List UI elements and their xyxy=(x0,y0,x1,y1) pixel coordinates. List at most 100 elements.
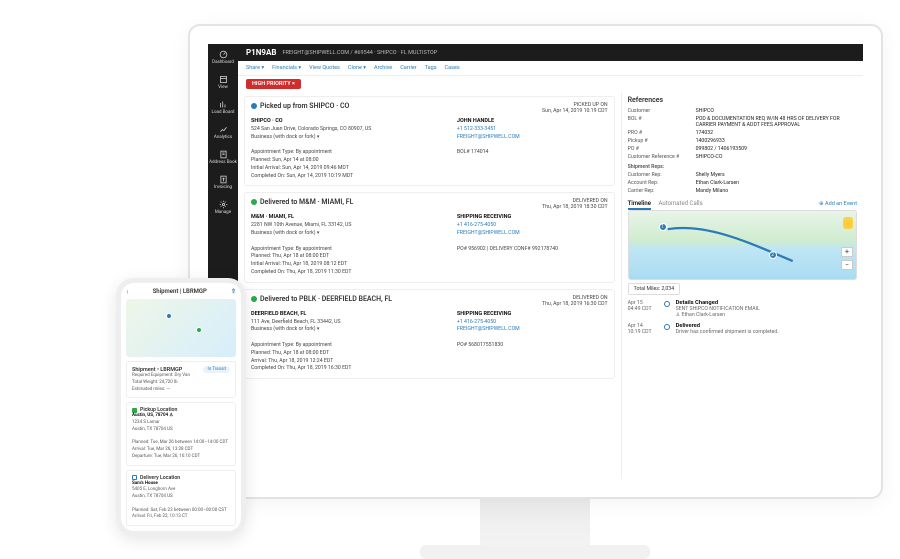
ref-val: SHIPCO xyxy=(696,108,857,114)
stop-loc-heading: M&M · MIAMI, FL xyxy=(251,214,294,220)
stop-address: 2281 NW 10th Avenue, Miami, FL 33142, US xyxy=(251,222,352,228)
stop-right-date: Thu, Apr 18, 2019 18:30 CDT xyxy=(542,204,608,210)
timeline-event: Apr 1504:49 CDT Details ChangedSENT SHIP… xyxy=(628,300,857,318)
status-dot-icon xyxy=(251,296,257,302)
map-zoom-out-button[interactable]: − xyxy=(841,260,853,270)
stop-contact-email[interactable]: FREIGHT@SHIPWELL.COM xyxy=(457,326,520,332)
delivery-planned: Planned: Sat, Feb 23 between 00:00–00:00… xyxy=(132,508,227,513)
phone-map[interactable] xyxy=(126,299,236,357)
tl-line: ♙ Ethan Clark-Larsen xyxy=(676,312,760,318)
ref-key: Pickup # xyxy=(628,138,696,144)
action-cases[interactable]: Cases xyxy=(445,65,460,71)
sidebar-item-dashboard[interactable]: Dashboard xyxy=(208,48,238,67)
stop-contact-phone[interactable]: +1 416-275-4050 xyxy=(457,319,496,325)
ref-key: PRO # xyxy=(628,130,696,136)
stop-right-date: Sun, Apr 14, 2019 10:19 CDT xyxy=(542,108,608,114)
ref-key: BOL # xyxy=(628,116,696,128)
stop-detail: Planned: Sun, Apr 14 at 08:00 xyxy=(251,157,319,163)
stop-contact-email[interactable]: FREIGHT@SHIPWELL.COM xyxy=(457,230,520,236)
stop-contact-phone[interactable]: +1 416-275-4050 xyxy=(457,222,496,228)
stops-column: Picked up from SHIPCO · CO PICKED UP ONS… xyxy=(238,92,622,479)
stop-card-pickup: Picked up from SHIPCO · CO PICKED UP ONS… xyxy=(244,96,615,186)
reps-label: Shipment Reps: xyxy=(628,164,696,170)
stop-contact-phone[interactable]: +1 512-333-3451 xyxy=(457,126,496,132)
breadcrumb: FREIGHT@SHIPWELL.COM / #69544 · SHIPCO ·… xyxy=(282,50,437,56)
square-green-icon xyxy=(132,408,137,413)
stop-detail: Appointment Type: By appointment xyxy=(251,246,332,252)
ref-val: 174032 xyxy=(696,130,857,136)
kv-weight: Total Weight: 24,720 lb xyxy=(132,380,178,385)
map-zoom-in-button[interactable]: + xyxy=(841,247,853,257)
kv-miles: Estimated miles: --- xyxy=(132,387,170,392)
back-button-icon[interactable]: ‹ xyxy=(126,287,127,296)
pegman-icon[interactable] xyxy=(843,217,853,229)
phone-screen: ‹ Shipment | LBRMGP ⇧ Shipment • LBRMGP … xyxy=(121,283,241,531)
phone-shipment-card: Shipment • LBRMGP In Transit Required Eq… xyxy=(126,361,236,398)
title-bar: P1N9AB FREIGHT@SHIPWELL.COM / #69544 · S… xyxy=(238,44,863,61)
sidebar-item-addressbook[interactable]: Address Book xyxy=(208,148,238,167)
delivery-addr: Austin, TX 78704 US xyxy=(132,494,173,499)
mobile-phone: ‹ Shipment | LBRMGP ⇧ Shipment • LBRMGP … xyxy=(116,278,246,536)
side-column: References CustomerSHIPCO BOL #POD & DOC… xyxy=(622,92,863,479)
phone-shipment-heading: Shipment • LBRMGP xyxy=(132,367,182,373)
stop-address: 111 Ave, Deerfield Beach, FL 33442, US xyxy=(251,319,341,325)
stop-title: Delivered to PBLK · DEERFIELD BEACH, FL xyxy=(260,295,392,303)
tl-line: Driver has confirmed shipment is complet… xyxy=(676,329,779,335)
stop-bol: PO# 956902 | DELIVERY CONF# 992178740 xyxy=(457,246,558,252)
stop-hours-select[interactable]: Business (with dock or fork) ▾ xyxy=(251,230,319,236)
delivery-name: Sam's House xyxy=(132,481,158,486)
total-miles-badge: Total Miles: 2,034 xyxy=(628,283,681,295)
pickup-arrival: Arrival: Tue, Mar 26, 13:28 CDT xyxy=(132,447,193,452)
pickup-planned: Planned: Tue, Mar 26 between 14:00–14:00… xyxy=(132,440,228,445)
stop-contact-email[interactable]: FREIGHT@SHIPWELL.COM xyxy=(457,134,520,140)
action-share[interactable]: Share ▾ xyxy=(246,65,264,71)
stop-detail: Initial Arrival: Sun, Apr 14, 2019 09:46… xyxy=(251,165,349,171)
share-icon[interactable]: ⇧ xyxy=(231,288,236,295)
pickup-departure: Departure: Tue, Mar 26, 16:10 CDT xyxy=(132,454,200,459)
phone-pickup-card: Pickup Location Austin, US, 78704 ♙ 1234… xyxy=(126,402,236,465)
status-dot-icon xyxy=(251,199,257,205)
priority-tag[interactable]: HIGH PRIORITY × xyxy=(246,79,301,89)
stop-card-delivery-2: Delivered to PBLK · DEERFIELD BEACH, FL … xyxy=(244,289,615,379)
rep-key: Account Rep: xyxy=(628,180,696,186)
route-map[interactable]: 1 2 + − xyxy=(628,210,857,280)
stop-hours-select[interactable]: Business (with dock or fork) ▾ xyxy=(251,134,319,140)
stop-loc-heading: SHIPCO · CO xyxy=(251,118,283,124)
phone-title: Shipment | LBRMGP xyxy=(153,288,207,295)
sidebar-item-analytics[interactable]: Analytics xyxy=(208,123,238,142)
stop-contact-heading: SHIPPING RECEIVING xyxy=(457,311,511,317)
action-clone[interactable]: Clone ▾ xyxy=(348,65,366,71)
sidebar-item-invoicing[interactable]: Invoicing xyxy=(208,173,238,192)
status-dot-icon xyxy=(251,103,257,109)
rep-key: Customer Rep: xyxy=(628,172,696,178)
action-bar: Share ▾ Financials ▾ View Quotes Clone ▾… xyxy=(238,61,863,76)
stop-hours-select[interactable]: Business (with dock or fork) ▾ xyxy=(251,326,319,332)
pickup-addr: 1234 S Lamar xyxy=(132,420,160,425)
stop-detail: Completed On: Thu, Apr 18, 2019 11:30 ED… xyxy=(251,269,351,275)
stop-detail: Planned: Thu, Apr 18 at 08:00 EDT xyxy=(251,350,329,356)
tl-time: 10:19 CDT xyxy=(628,329,658,335)
sidebar-item-view[interactable]: View xyxy=(208,73,238,92)
tab-automated-calls[interactable]: Automated Calls xyxy=(658,200,702,207)
timeline-header: Timeline Automated Calls ⊕ Add an Event xyxy=(628,200,857,207)
action-view-quotes[interactable]: View Quotes xyxy=(309,65,340,71)
add-event-button[interactable]: ⊕ Add an Event xyxy=(819,201,857,207)
stop-loc-heading: DEERFIELD BEACH, FL xyxy=(251,311,306,317)
timeline-event: Apr 1410:19 CDT DeliveredDriver has conf… xyxy=(628,323,857,335)
body-columns: Picked up from SHIPCO · CO PICKED UP ONS… xyxy=(238,92,863,479)
ref-key: Customer xyxy=(628,108,696,114)
action-financials[interactable]: Financials ▾ xyxy=(272,65,301,71)
phone-delivery-card: Delivery Location Sam's House 5405 E, Lo… xyxy=(126,470,236,527)
stop-detail: Initial Arrival: Thu, Apr 18, 2019 08:12… xyxy=(251,261,347,267)
ref-val: POD & DOCUMENTATION REQ W/IN 48 HRS OF D… xyxy=(696,116,857,128)
action-carrier[interactable]: Carrier xyxy=(400,65,416,71)
stop-detail: Appointment Type: By appointment xyxy=(251,342,332,348)
sidebar-item-loadboard[interactable]: Load Board xyxy=(208,98,238,117)
ref-val: 099802 / 1406193509 xyxy=(696,146,857,152)
action-archive[interactable]: Archive xyxy=(374,65,392,71)
stop-bol: PO# 568017551830 xyxy=(457,342,503,348)
action-tags[interactable]: Tags xyxy=(425,65,437,71)
sidebar-item-manage[interactable]: Manage xyxy=(208,198,238,217)
tab-timeline[interactable]: Timeline xyxy=(628,200,651,210)
rep-val: Shelly Myers xyxy=(696,172,857,178)
